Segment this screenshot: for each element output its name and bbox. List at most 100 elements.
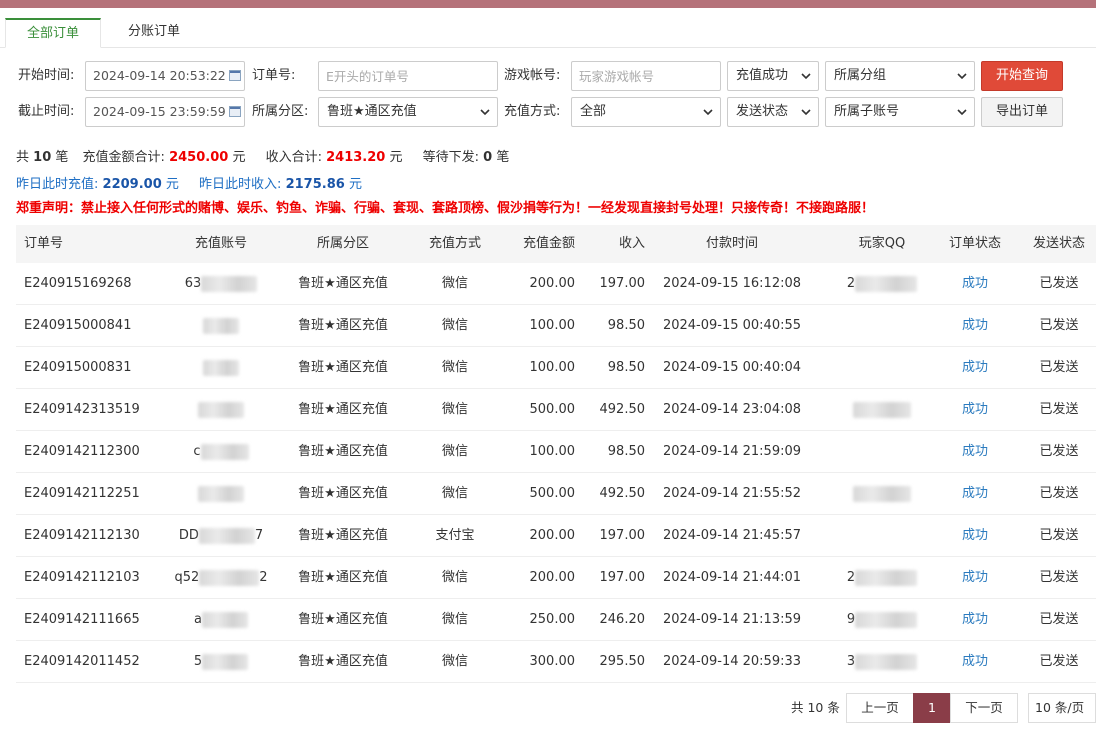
amount-unit: 元 — [232, 150, 246, 165]
income: 246.20 — [599, 612, 646, 627]
calendar-icon[interactable] — [229, 70, 241, 81]
amount: 200.00 — [529, 528, 576, 543]
prev-page-button[interactable]: 上一页 — [846, 693, 914, 723]
send-status: 已发送 — [1039, 276, 1079, 291]
pay-time: 2024-09-14 21:44:01 — [662, 570, 802, 585]
group-value: 所属分组 — [834, 68, 887, 83]
order-status-link[interactable]: 成功 — [928, 641, 1022, 682]
table-row: E2409142112251 鲁班★通区充值 微信 500.00 492.50 2024-… — [16, 473, 1096, 515]
order-no: E2409142011452 — [24, 654, 140, 669]
player-qq — [836, 473, 928, 514]
order-status-link[interactable]: 成功 — [928, 599, 1022, 640]
order-no-input[interactable] — [318, 61, 498, 91]
account-prefix: q52 — [174, 570, 200, 585]
sub-account-select[interactable]: 所属子账号 — [825, 97, 975, 127]
send-status: 已发送 — [1039, 654, 1079, 669]
header-order: 订单号 — [24, 236, 64, 251]
income: 197.00 — [599, 528, 646, 543]
send-status-value: 发送状态 — [736, 104, 789, 119]
start-time-input[interactable]: 2024-09-14 20:53:22 — [85, 61, 245, 91]
player-qq — [836, 389, 928, 430]
order-status-link[interactable]: 成功 — [928, 347, 1022, 388]
pay-time: 2024-09-14 20:59:33 — [662, 654, 802, 669]
yesterday-income-label: 昨日此时收入: — [199, 177, 282, 192]
group-select[interactable]: 所属分组 — [825, 61, 975, 91]
send-status: 已发送 — [1039, 402, 1079, 417]
pay-time: 2024-09-14 21:45:57 — [662, 528, 802, 543]
redacted-blur — [200, 444, 249, 460]
recharge-status-select[interactable]: 充值成功 — [727, 61, 819, 91]
warning-notice: 郑重声明：禁止接入任何形式的赌博、娱乐、钓鱼、诈骗、行骗、套现、套路顶榜、假沙捐… — [16, 201, 875, 216]
zone: 鲁班★通区充值 — [298, 570, 388, 585]
order-status-link[interactable]: 成功 — [928, 431, 1022, 472]
redacted-blur — [198, 485, 244, 502]
header-income: 收入 — [618, 236, 645, 251]
calendar-icon[interactable] — [229, 106, 241, 117]
chevron-down-icon — [801, 109, 811, 116]
pay-time: 2024-09-14 21:55:52 — [662, 486, 802, 501]
order-status-link[interactable]: 成功 — [928, 557, 1022, 598]
zone: 鲁班★通区充值 — [298, 276, 388, 291]
chevron-down-icon — [703, 109, 713, 116]
game-account-input[interactable] — [571, 61, 721, 91]
order-status-link[interactable]: 成功 — [928, 515, 1022, 556]
zone-label: 所属分区: — [252, 104, 309, 119]
end-time-label: 截止时间: — [18, 104, 75, 119]
send-status: 已发送 — [1039, 360, 1079, 375]
send-status: 已发送 — [1039, 570, 1079, 585]
pay-method: 微信 — [441, 612, 468, 627]
account-prefix: 63 — [184, 276, 202, 291]
pay-time: 2024-09-15 00:40:55 — [662, 318, 802, 333]
table-row: E2409142313519 鲁班★通区充值 微信 500.00 492.50 2024-… — [16, 389, 1096, 431]
recharge-account — [166, 305, 276, 346]
table-row: E2409142112103 q52 2 鲁班★通区充值 微信 200.00 197.00 2… — [16, 557, 1096, 599]
redacted-blur — [855, 654, 918, 670]
pay-method: 微信 — [441, 654, 468, 669]
redacted-blur — [201, 612, 248, 628]
zone-select[interactable]: 鲁班★通区充值 — [318, 97, 498, 127]
qq-prefix: 3 — [846, 654, 856, 669]
table-row: E2409142011452 5 鲁班★通区充值 微信 300.00 295.50 2024… — [16, 641, 1096, 683]
send-status-select[interactable]: 发送状态 — [727, 97, 819, 127]
redacted-blur — [855, 276, 918, 292]
order-status-link[interactable]: 成功 — [928, 473, 1022, 514]
pay-method-select[interactable]: 全部 — [571, 97, 721, 127]
pending-count: 0 — [483, 150, 493, 165]
table-row: E240915169268 63 鲁班★通区充值 微信 200.00 197.00 2024… — [16, 263, 1096, 305]
page-size-value: 10 条/页 — [1035, 700, 1085, 715]
pay-method: 微信 — [441, 570, 468, 585]
amount: 100.00 — [529, 444, 576, 459]
end-time-input[interactable]: 2024-09-15 23:59:59 — [85, 97, 245, 127]
chevron-down-icon — [957, 109, 967, 116]
amount: 200.00 — [529, 276, 576, 291]
qq-prefix: 2 — [846, 570, 856, 585]
table-row: E2409142112130 DD 7 鲁班★通区充值 支付宝 200.00 197.00 2… — [16, 515, 1096, 557]
pay-time: 2024-09-14 21:59:09 — [662, 444, 802, 459]
tab-all-orders[interactable]: 全部订单 — [5, 18, 101, 48]
income: 197.00 — [599, 276, 646, 291]
redacted-blur — [198, 401, 244, 418]
current-page-button[interactable]: 1 — [913, 693, 951, 723]
recharge-account: DD 7 — [166, 515, 276, 556]
sub-account-value: 所属子账号 — [834, 104, 900, 119]
game-account-label: 游戏帐号: — [504, 68, 561, 83]
tab-split-orders[interactable]: 分账订单 — [104, 18, 204, 48]
order-status-link[interactable]: 成功 — [928, 389, 1022, 430]
page-size-select[interactable]: 10 条/页 — [1028, 693, 1096, 723]
player-qq — [836, 515, 928, 556]
summary-line: 共 10 笔 充值金额合计: 2450.00 元 收入合计: 2413.20 元… — [16, 146, 509, 165]
zone: 鲁班★通区充值 — [298, 528, 388, 543]
chevron-down-icon — [801, 73, 811, 80]
next-page-button[interactable]: 下一页 — [950, 693, 1018, 723]
order-status-link[interactable]: 成功 — [928, 263, 1022, 304]
income: 98.50 — [607, 444, 645, 459]
export-button[interactable]: 导出订单 — [981, 97, 1063, 127]
search-button[interactable]: 开始查询 — [981, 61, 1063, 91]
pay-method: 微信 — [441, 276, 468, 291]
order-status-link[interactable]: 成功 — [928, 305, 1022, 346]
zone-value: 鲁班★通区充值 — [327, 104, 417, 119]
yesterday-income-unit: 元 — [348, 177, 362, 192]
income: 295.50 — [599, 654, 646, 669]
yesterday-recharge-value: 2209.00 — [102, 177, 162, 192]
pagination-total: 共 10 条 — [791, 700, 840, 715]
